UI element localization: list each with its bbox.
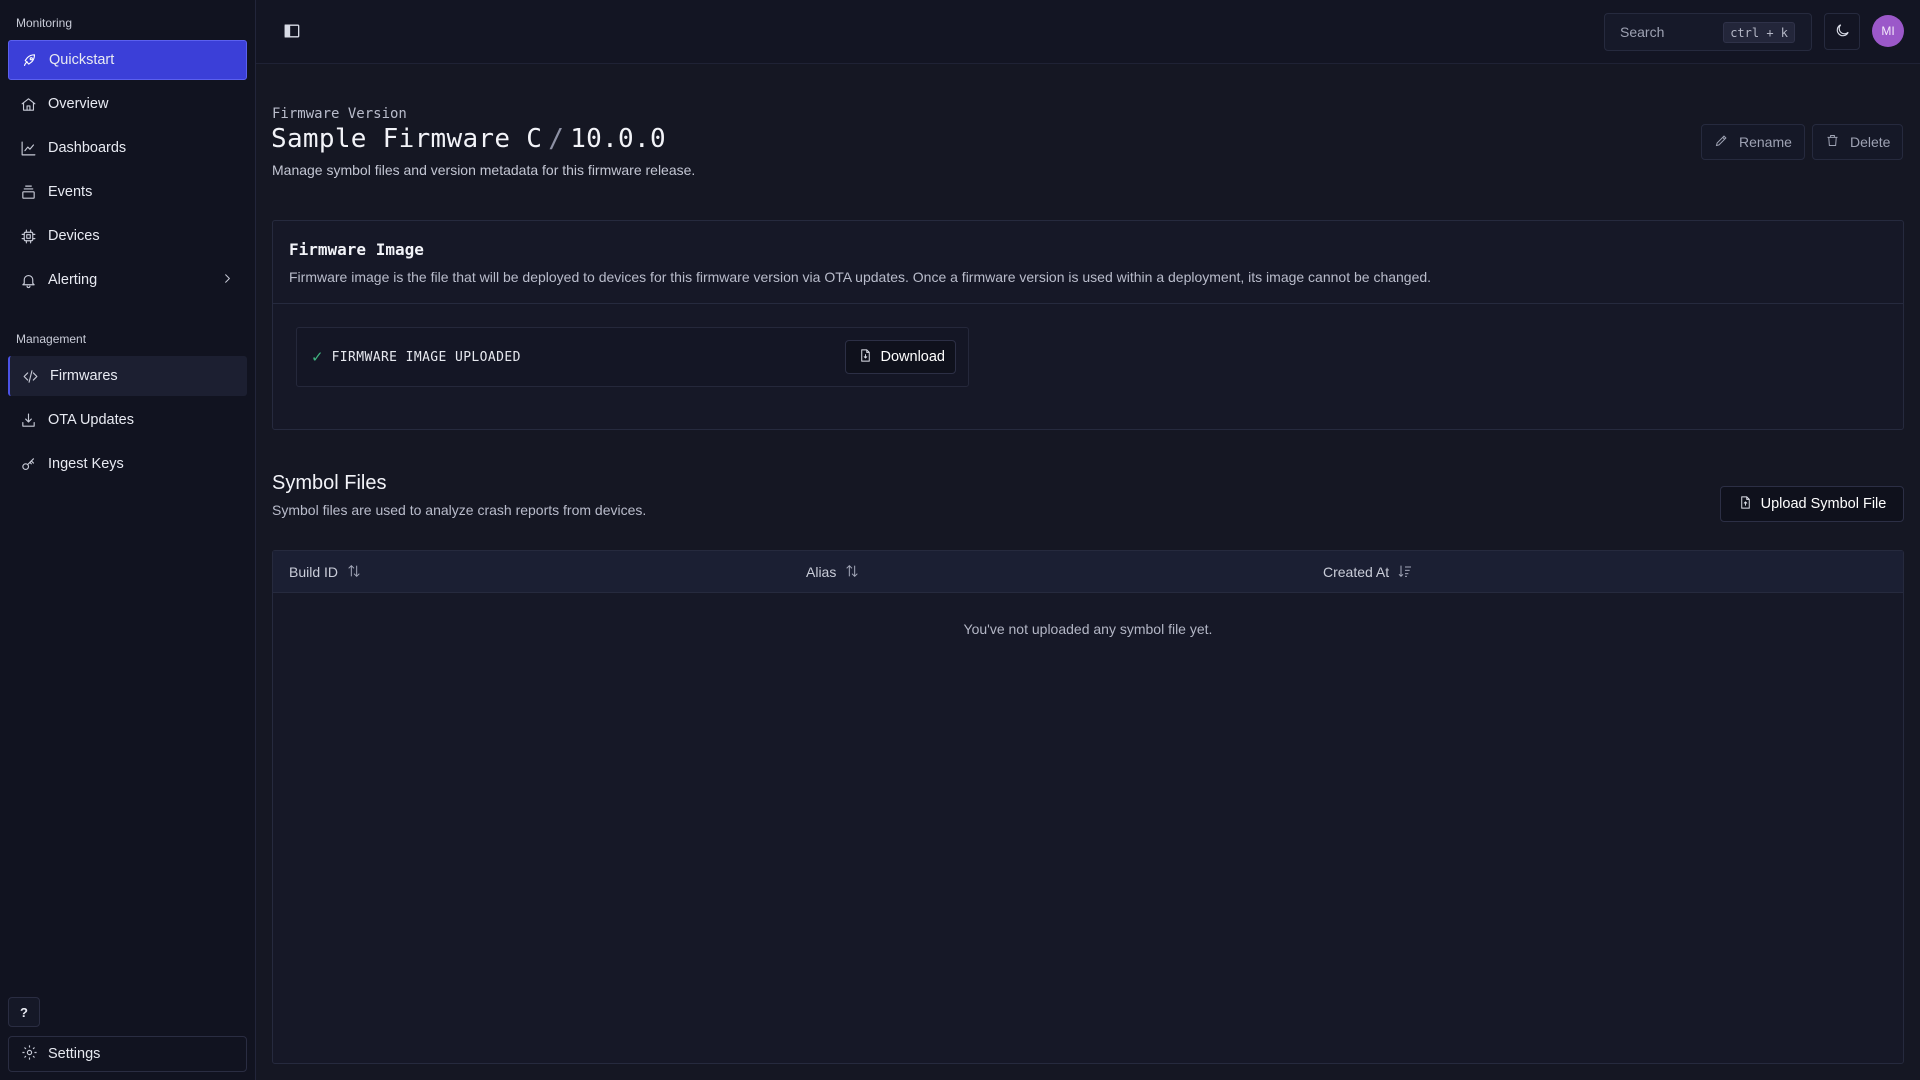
download-tray-icon xyxy=(18,410,38,430)
column-label: Alias xyxy=(806,564,837,580)
sort-icon xyxy=(338,563,362,582)
settings-label: Settings xyxy=(48,1046,101,1062)
sidebar-item-label: Firmwares xyxy=(50,368,118,384)
sidebar-item-ota-updates[interactable]: OTA Updates xyxy=(8,400,247,440)
rename-button[interactable]: Rename xyxy=(1701,124,1805,160)
firmware-name: Sample Firmware C xyxy=(271,124,543,154)
firmware-version: 10.0.0 xyxy=(570,124,666,154)
sidebar-item-label: Dashboards xyxy=(48,140,127,156)
sidebar-item-devices[interactable]: Devices xyxy=(8,216,247,256)
firmware-image-description: Firmware image is the file that will be … xyxy=(289,269,1432,285)
search-shortcut-badge: ctrl + k xyxy=(1723,22,1795,43)
theme-toggle-button[interactable] xyxy=(1824,13,1860,50)
symbol-files-table: Build ID Alias Created At You've not upl… xyxy=(272,550,1904,1064)
sidebar-item-label: Overview xyxy=(48,96,109,112)
home-icon xyxy=(18,94,38,114)
search-input[interactable]: Search ctrl + k xyxy=(1604,13,1812,51)
panel-left-icon xyxy=(282,24,302,44)
title-separator: / xyxy=(548,124,565,154)
firmware-upload-status: ✓ FIRMWARE IMAGE UPLOADED Download xyxy=(296,327,969,387)
bell-icon xyxy=(18,270,38,290)
column-header-alias[interactable]: Alias xyxy=(806,551,860,593)
table-header: Build ID Alias Created At xyxy=(273,551,1903,593)
firmware-image-title: Firmware Image xyxy=(289,240,424,259)
sidebar-item-label: Devices xyxy=(48,228,100,244)
sidebar-item-quickstart[interactable]: Quickstart xyxy=(8,40,247,80)
column-label: Created At xyxy=(1323,564,1390,580)
pencil-icon xyxy=(1714,133,1739,151)
trash-icon xyxy=(1825,133,1850,151)
page-title: Sample Firmware C/10.0.0 xyxy=(271,124,666,154)
empty-state-message: You've not uploaded any symbol file yet. xyxy=(963,621,1213,637)
chart-line-icon xyxy=(18,138,38,158)
sidebar-item-ingest-keys[interactable]: Ingest Keys xyxy=(8,444,247,484)
rocket-icon xyxy=(19,50,39,70)
top-bar: Search ctrl + k MI xyxy=(256,0,1920,64)
sidebar-toggle-button[interactable] xyxy=(282,21,302,41)
upload-status-label: FIRMWARE IMAGE UPLOADED xyxy=(331,349,521,365)
key-icon xyxy=(18,454,38,474)
check-icon: ✓ xyxy=(311,349,324,366)
code-icon xyxy=(20,366,40,386)
avatar[interactable]: MI xyxy=(1872,15,1904,47)
help-button[interactable]: ? xyxy=(8,997,40,1027)
firmware-image-card: Firmware Image Firmware image is the fil… xyxy=(272,220,1904,430)
sidebar: Monitoring Quickstart Overview Dashboard… xyxy=(0,0,256,1080)
download-label: Download xyxy=(880,349,946,365)
sidebar-item-label: Ingest Keys xyxy=(48,456,124,472)
sort-icon xyxy=(836,563,860,582)
file-icon xyxy=(858,348,881,367)
sidebar-item-label: Quickstart xyxy=(49,52,115,68)
chip-icon xyxy=(18,226,38,246)
page-subtitle: Manage symbol files and version metadata… xyxy=(272,162,696,178)
page-eyebrow: Firmware Version xyxy=(272,106,407,122)
layers-icon xyxy=(18,182,38,202)
chevron-right-icon xyxy=(220,271,235,290)
monitoring-section-label: Monitoring xyxy=(16,16,73,30)
column-header-created-at[interactable]: Created At xyxy=(1323,551,1413,593)
delete-button[interactable]: Delete xyxy=(1812,124,1904,160)
column-label: Build ID xyxy=(289,564,339,580)
delete-label: Delete xyxy=(1850,134,1891,150)
file-upload-icon xyxy=(1738,495,1761,514)
sort-descending-icon xyxy=(1389,563,1413,582)
gear-icon xyxy=(21,1044,48,1065)
download-button[interactable]: Download xyxy=(844,340,956,374)
rename-label: Rename xyxy=(1739,134,1792,150)
sidebar-item-label: Alerting xyxy=(48,272,98,288)
sidebar-item-overview[interactable]: Overview xyxy=(8,84,247,124)
upload-symbol-file-label: Upload Symbol File xyxy=(1760,496,1887,512)
firmware-image-header: Firmware Image Firmware image is the fil… xyxy=(273,221,1903,304)
sidebar-item-alerting[interactable]: Alerting xyxy=(8,260,247,300)
upload-symbol-file-button[interactable]: Upload Symbol File xyxy=(1720,486,1904,522)
symbol-files-description: Symbol files are used to analyze crash r… xyxy=(272,502,647,518)
search-placeholder: Search xyxy=(1620,24,1665,40)
settings-button[interactable]: Settings xyxy=(8,1036,247,1072)
sidebar-item-events[interactable]: Events xyxy=(8,172,247,212)
sidebar-item-firmwares[interactable]: Firmwares xyxy=(8,356,247,396)
sidebar-item-label: Events xyxy=(48,184,93,200)
symbol-files-title: Symbol Files xyxy=(272,472,387,494)
column-header-build-id[interactable]: Build ID xyxy=(289,551,362,593)
sidebar-item-dashboards[interactable]: Dashboards xyxy=(8,128,247,168)
sidebar-item-label: OTA Updates xyxy=(48,412,134,428)
management-section-label: Management xyxy=(16,332,87,346)
moon-icon xyxy=(1834,22,1851,42)
